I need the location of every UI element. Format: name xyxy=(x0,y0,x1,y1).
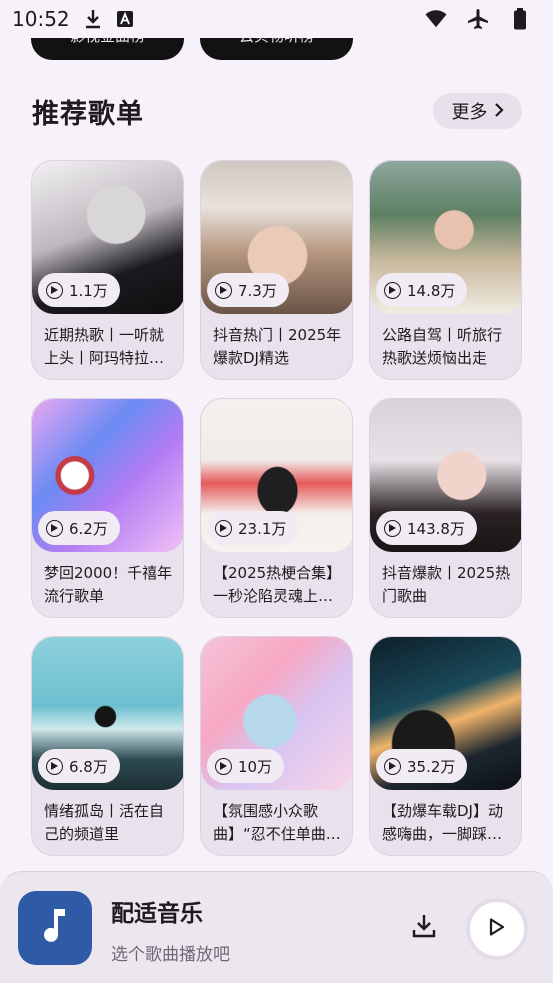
playlist-title: 情绪孤岛丨活在自己的频道里 xyxy=(44,802,165,843)
play-count: 7.3万 xyxy=(238,281,277,300)
play-count-icon xyxy=(384,757,401,775)
play-count: 6.8万 xyxy=(69,757,108,776)
play-count-icon xyxy=(46,519,63,537)
play-count-badge: 6.2万 xyxy=(38,511,120,545)
play-count: 23.1万 xyxy=(238,519,287,538)
player-subtitle: 选个歌曲播放吧 xyxy=(111,945,230,965)
section-title: 推荐歌单 xyxy=(32,99,144,130)
download-status-icon xyxy=(82,8,104,30)
play-count: 35.2万 xyxy=(407,757,456,776)
download-icon xyxy=(411,913,437,943)
play-count-icon xyxy=(215,519,232,537)
play-count-icon xyxy=(46,281,63,299)
play-count: 10万 xyxy=(238,757,273,776)
play-count-icon xyxy=(384,281,401,299)
playlist-card[interactable]: 23.1万 【2025热梗合集】一秒沦陷灵魂上… xyxy=(200,398,353,618)
album-art xyxy=(18,891,92,965)
playlist-title: 【氛围感小众歌曲】“忍不住单曲… xyxy=(213,802,341,843)
play-count-badge: 10万 xyxy=(207,749,285,783)
play-count-icon xyxy=(215,281,232,299)
playlist-title: 梦回2000！千禧年流行歌单 xyxy=(44,564,173,605)
playlist-card[interactable]: 35.2万 【劲爆车载DJ】动感嗨曲，一脚踩… xyxy=(369,636,522,856)
app-notification-icon xyxy=(114,8,136,30)
playlist-card[interactable]: 6.2万 梦回2000！千禧年流行歌单 xyxy=(31,398,184,618)
play-count: 14.8万 xyxy=(407,281,456,300)
status-time: 10:52 xyxy=(12,7,70,31)
play-count-icon xyxy=(215,757,232,775)
play-count-badge: 35.2万 xyxy=(376,749,468,783)
status-bar-overlay: 10:52 xyxy=(0,0,553,38)
play-count-icon xyxy=(384,519,401,537)
playlist-card[interactable]: 10万 【氛围感小众歌曲】“忍不住单曲… xyxy=(200,636,353,856)
play-count-badge: 143.8万 xyxy=(376,511,477,545)
play-count: 6.2万 xyxy=(69,519,108,538)
wifi-icon xyxy=(425,8,447,30)
play-count-badge: 14.8万 xyxy=(376,273,468,307)
play-count-badge: 1.1万 xyxy=(38,273,120,307)
play-count-badge: 6.8万 xyxy=(38,749,120,783)
playlist-title: 公路自驾丨听旅行热歌送烦恼出走 xyxy=(382,326,503,367)
playlist-card[interactable]: 14.8万 公路自驾丨听旅行热歌送烦恼出走 xyxy=(369,160,522,380)
airplane-mode-icon xyxy=(467,8,489,30)
playlist-card[interactable]: 1.1万 近期热歌丨一听就上头丨阿玛特拉… xyxy=(31,160,184,380)
player-title: 配适音乐 xyxy=(111,901,203,927)
play-count: 143.8万 xyxy=(407,519,465,538)
music-note-icon xyxy=(40,907,70,949)
play-count-icon xyxy=(46,757,63,775)
more-button-label: 更多 xyxy=(451,102,488,123)
playlist-card[interactable]: 143.8万 抖音爆款丨2025热门歌曲 xyxy=(369,398,522,618)
play-icon xyxy=(489,918,505,940)
playlist-title: 【2025热梗合集】一秒沦陷灵魂上… xyxy=(213,564,342,605)
chevron-right-icon xyxy=(494,101,504,122)
play-button[interactable] xyxy=(466,898,528,960)
playlist-title: 抖音爆款丨2025热门歌曲 xyxy=(382,564,511,605)
more-button[interactable]: 更多 xyxy=(433,93,522,129)
download-button[interactable] xyxy=(408,912,440,944)
playlist-title: 近期热歌丨一听就上头丨阿玛特拉… xyxy=(44,326,165,367)
playlist-card[interactable]: 7.3万 抖音热门丨2025年爆款DJ精选 xyxy=(200,160,353,380)
mini-player[interactable]: 配适音乐 选个歌曲播放吧 xyxy=(0,871,553,983)
play-count-badge: 23.1万 xyxy=(207,511,299,545)
play-count: 1.1万 xyxy=(69,281,108,300)
playlist-title: 抖音热门丨2025年爆款DJ精选 xyxy=(213,326,342,367)
play-count-badge: 7.3万 xyxy=(207,273,289,307)
playlist-title: 【劲爆车载DJ】动感嗨曲，一脚踩… xyxy=(382,802,503,843)
battery-icon xyxy=(509,8,531,30)
playlist-card[interactable]: 6.8万 情绪孤岛丨活在自己的频道里 xyxy=(31,636,184,856)
